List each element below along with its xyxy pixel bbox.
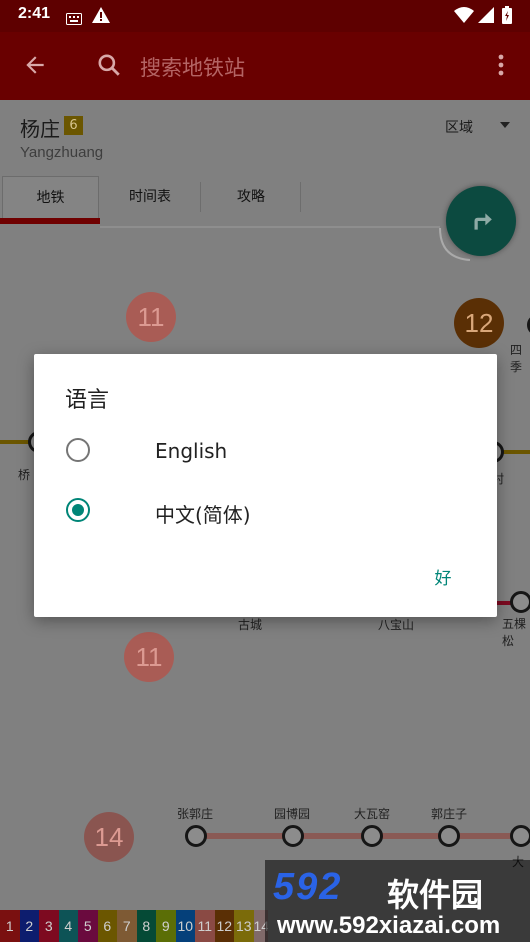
watermark-name: 软件园 [387,876,484,914]
tab-divider [300,182,301,212]
line-chip[interactable]: 12 [214,910,234,942]
station-label[interactable]: 张郭庄 [177,805,213,822]
watermark: 592 软件园 www.592xiazai.com [265,860,530,942]
station-label[interactable]: 八宝山 [378,616,414,633]
station-marker[interactable] [361,825,383,847]
route-button[interactable] [446,186,516,256]
station-marker[interactable] [438,825,460,847]
warning-icon [92,7,110,27]
line-12-marker[interactable]: 12 [454,298,504,348]
line-chip[interactable]: 11 [195,910,215,942]
region-dropdown[interactable]: 区域 [445,117,473,137]
radio-checked-icon[interactable] [66,498,90,522]
tab-indicator [0,218,100,224]
option-label: English [155,439,228,463]
status-bar: 2:41 [0,0,530,32]
line-chip[interactable]: 6 [97,910,117,942]
tab-subway[interactable]: 地铁 [2,176,99,222]
station-label[interactable]: 大瓦窑 [354,805,390,822]
station-label[interactable]: 桥 [18,466,30,483]
status-time: 2:41 [18,5,51,22]
radio-unchecked-icon[interactable] [66,438,90,462]
line-chip[interactable]: 8 [136,910,156,942]
line-badge: 6 [64,116,83,135]
tab-guide[interactable]: 攻略 [201,176,301,222]
station-name: 杨庄 [20,117,60,141]
station-label[interactable]: 五棵松 [502,615,530,649]
language-dialog: 语言 English 中文(简体) 好 [34,354,497,617]
station-marker[interactable] [510,825,530,847]
turn-right-arrow-icon [468,208,494,238]
station-label[interactable]: 古城 [238,616,262,633]
option-label: 中文(简体) [155,503,251,527]
line-selector: 1 2 3 4 5 6 7 8 9 10 11 12 13 14 [0,910,270,942]
search-input[interactable]: 搜索地铁站 [140,52,245,82]
search-icon[interactable] [96,52,122,82]
back-arrow-icon[interactable] [22,52,48,82]
language-option-english[interactable]: English [64,427,484,475]
tab-timetable[interactable]: 时间表 [100,176,200,222]
dialog-title: 语言 [65,388,110,413]
cell-signal-icon [478,7,494,27]
line-chip[interactable]: 13 [234,910,254,942]
station-marker[interactable] [185,825,207,847]
watermark-url: www.592xiazai.com [277,912,501,939]
station-marker[interactable] [282,825,304,847]
line-chip[interactable]: 1 [0,910,20,942]
line-14-marker[interactable]: 14 [84,812,134,862]
wifi-icon [454,7,474,27]
station-pinyin: Yangzhuang [20,144,104,161]
line-chip[interactable]: 2 [19,910,39,942]
line-chip[interactable]: 5 [78,910,98,942]
ok-button[interactable]: 好 [424,564,462,594]
watermark-number: 592 [273,866,343,908]
app-bar: 搜索地铁站 [0,32,530,100]
station-label[interactable]: 四季 [510,341,530,375]
line-chip[interactable]: 7 [117,910,137,942]
line-chip[interactable]: 3 [39,910,59,942]
station-label[interactable]: 郭庄子 [431,805,467,822]
dropdown-caret-icon[interactable] [500,122,510,128]
language-option-chinese[interactable]: 中文(简体) [64,487,484,535]
keyboard-icon [66,10,82,29]
line-chip[interactable]: 10 [175,910,195,942]
line-11-marker[interactable]: 11 [124,632,174,682]
battery-icon [502,6,512,28]
line-11-marker[interactable]: 11 [126,292,176,342]
station-label[interactable]: 园博园 [274,805,310,822]
line-chip[interactable]: 9 [156,910,176,942]
more-options-icon[interactable] [494,52,508,82]
line-chip[interactable]: 4 [58,910,78,942]
station-marker[interactable] [510,591,530,613]
